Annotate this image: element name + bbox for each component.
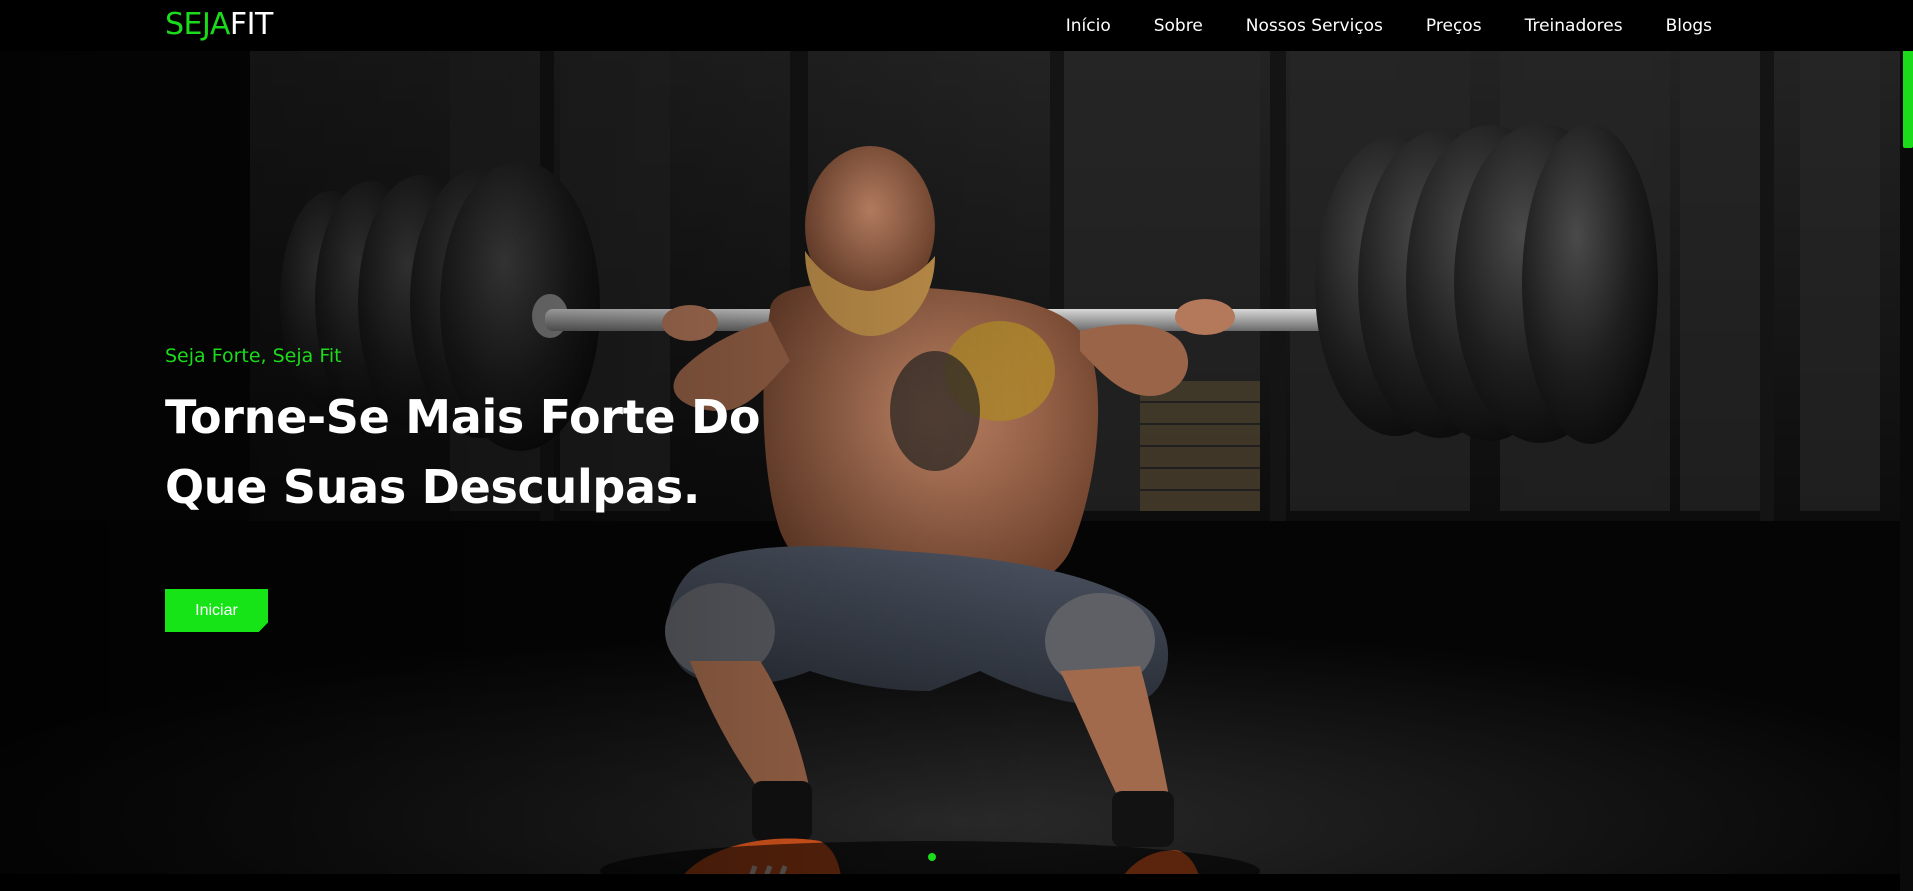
nav-item-blogs[interactable]: Blogs: [1666, 16, 1712, 36]
hero-title-line1: Torne-Se Mais Forte Do: [165, 390, 761, 444]
nav-item-inicio[interactable]: Início: [1066, 16, 1111, 36]
logo-rest-text: FIT: [229, 7, 273, 42]
logo[interactable]: SEJAFIT: [165, 6, 273, 44]
bottom-strip: [0, 874, 1900, 891]
scrollbar[interactable]: [1900, 0, 1913, 891]
nav-item-servicos[interactable]: Nossos Serviços: [1246, 16, 1383, 36]
slider-dot-active[interactable]: [928, 853, 936, 861]
nav-item-precos[interactable]: Preços: [1426, 16, 1482, 36]
hero-subtitle: Seja Forte, Seja Fit: [165, 345, 342, 367]
navbar: SEJAFIT Início Sobre Nossos Serviços Pre…: [0, 0, 1913, 51]
logo-accent-text: SEJA: [165, 7, 230, 42]
nav-item-sobre[interactable]: Sobre: [1154, 16, 1203, 36]
hero-title: Torne-Se Mais Forte Do Que Suas Desculpa…: [165, 382, 765, 522]
page: SEJAFIT Início Sobre Nossos Serviços Pre…: [0, 0, 1913, 891]
main-nav: Início Sobre Nossos Serviços Preços Trei…: [1066, 0, 1712, 51]
start-button[interactable]: Iniciar: [165, 589, 268, 632]
hero-section: Seja Forte, Seja Fit Torne-Se Mais Forte…: [0, 51, 1900, 874]
nav-item-treinadores[interactable]: Treinadores: [1525, 16, 1623, 36]
hero-title-line2: Que Suas Desculpas.: [165, 460, 701, 514]
